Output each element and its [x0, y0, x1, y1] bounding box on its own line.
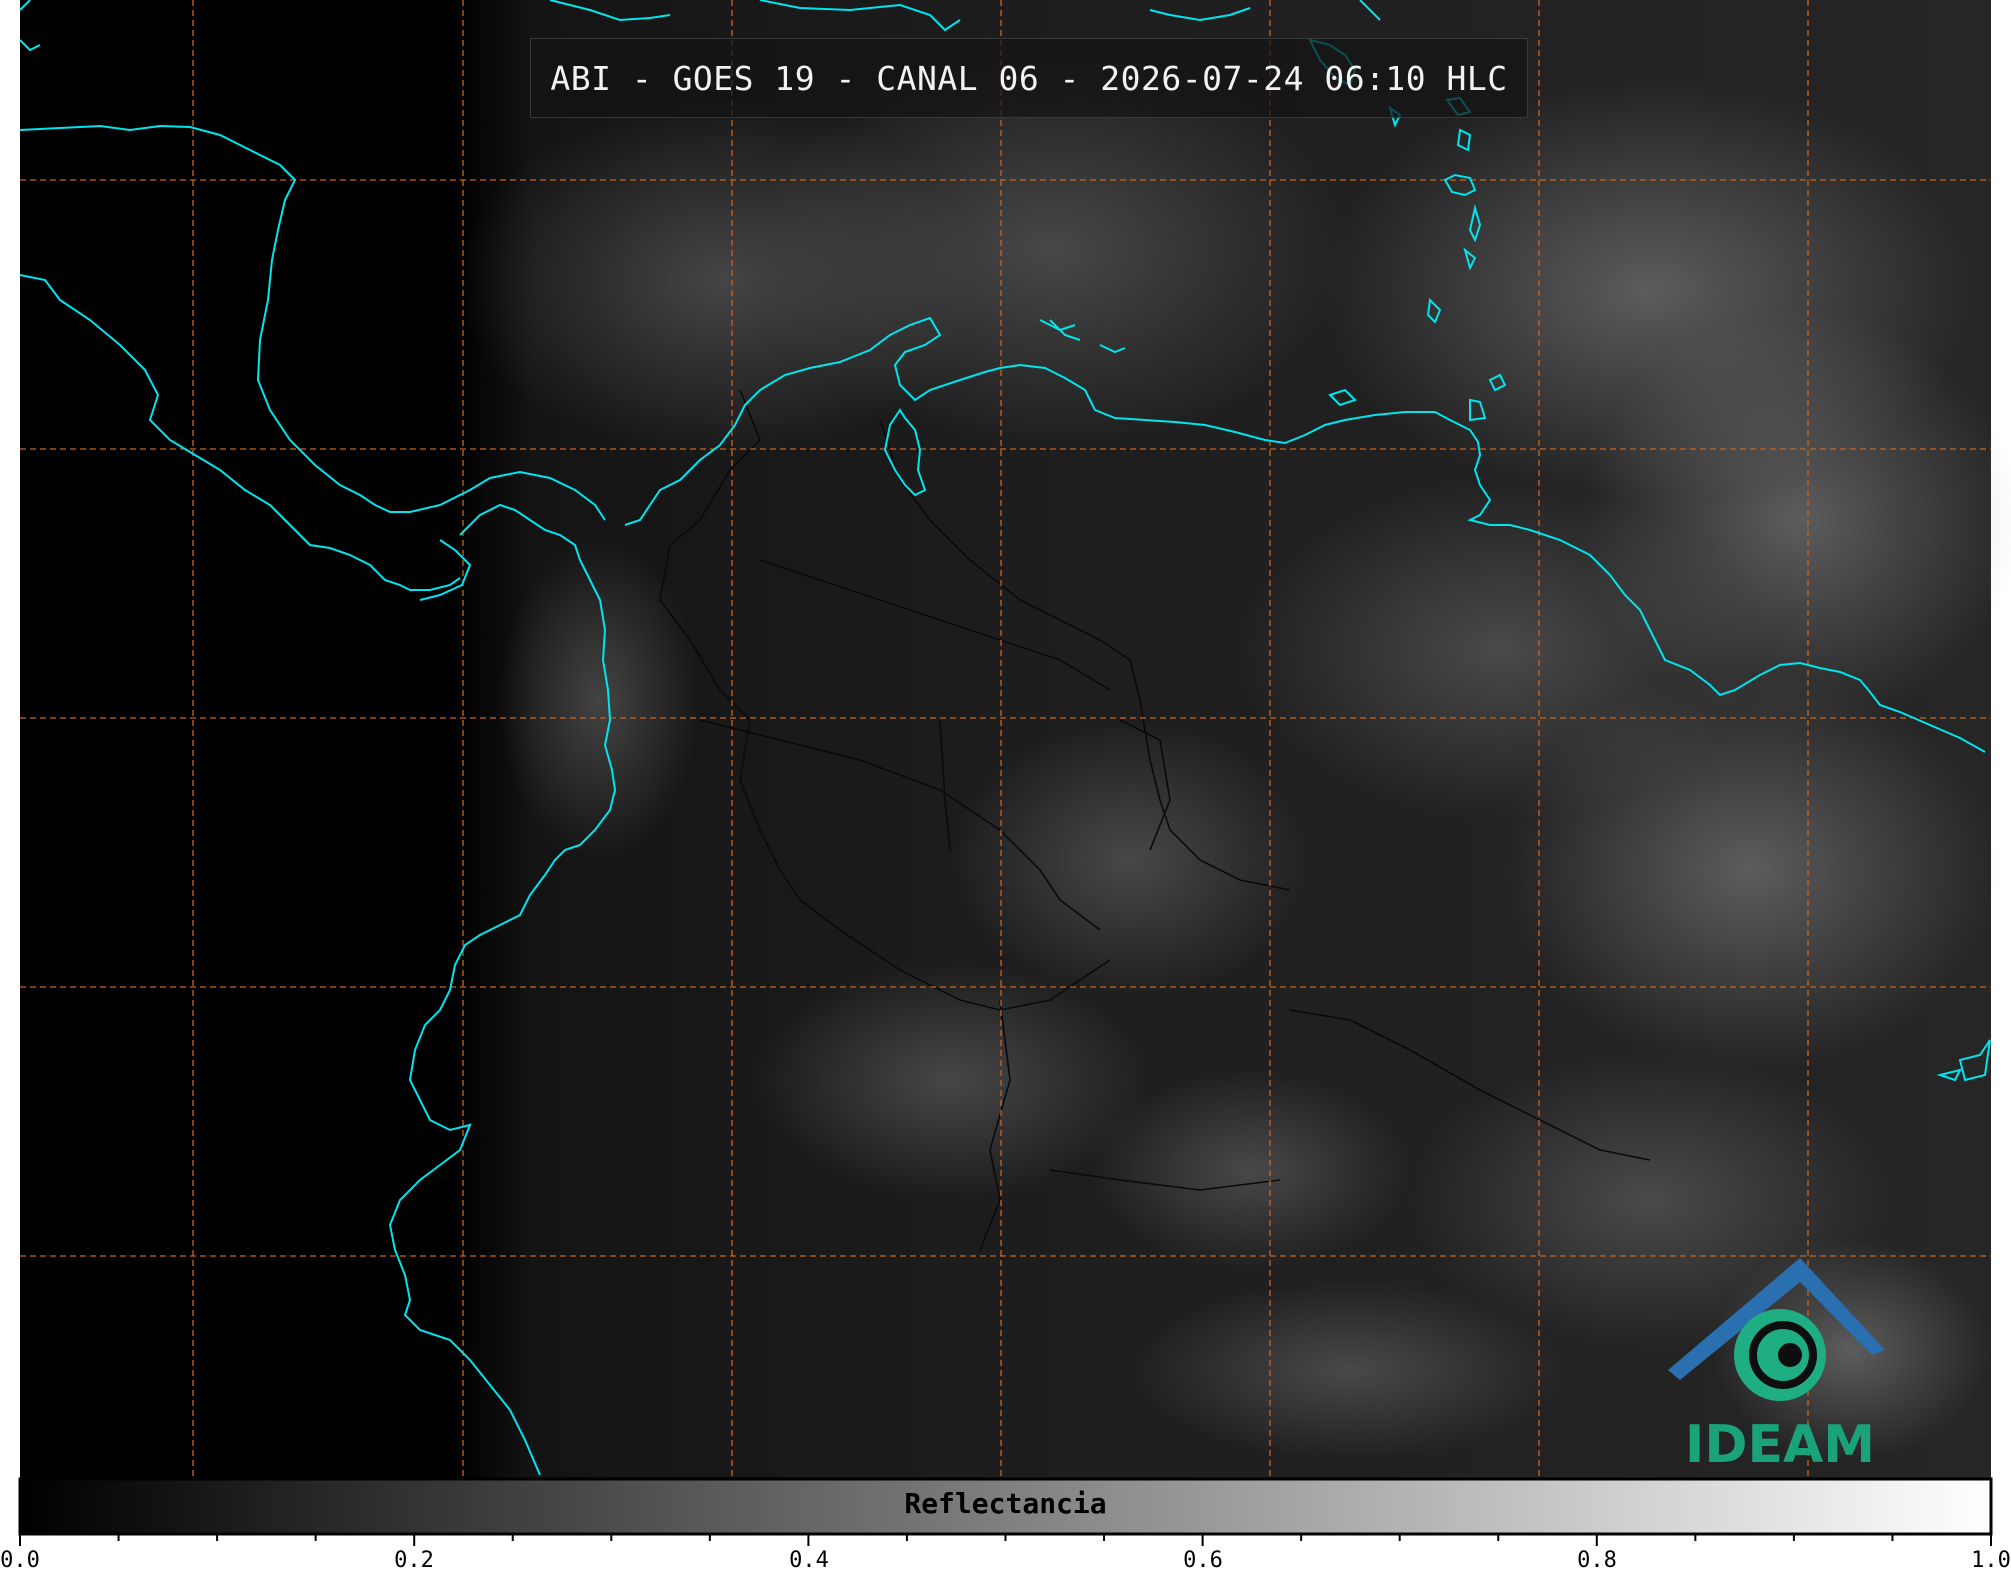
map-title: ABI - GOES 19 - CANAL 06 - 2026-07-24 06… [550, 58, 1508, 98]
colorbar-tick-label: 1.0 [1971, 1548, 2011, 1573]
satellite-map: IDEAM [18, 0, 2011, 1546]
colorbar-tick-label: 0.0 [0, 1548, 40, 1573]
colorbar-ticks [19, 1534, 1992, 1546]
colorbar-label: Reflectancia [904, 1487, 1107, 1520]
colorbar-tick-label: 0.8 [1577, 1548, 1617, 1573]
title-banner: ABI - GOES 19 - CANAL 06 - 2026-07-24 06… [530, 38, 1528, 118]
colorbar-tick-label: 0.6 [1183, 1548, 1223, 1573]
colorbar-tick-label: 0.2 [394, 1548, 434, 1573]
logo-text: IDEAM [1685, 1415, 1875, 1475]
colorbar-tick-label: 0.4 [789, 1548, 829, 1573]
